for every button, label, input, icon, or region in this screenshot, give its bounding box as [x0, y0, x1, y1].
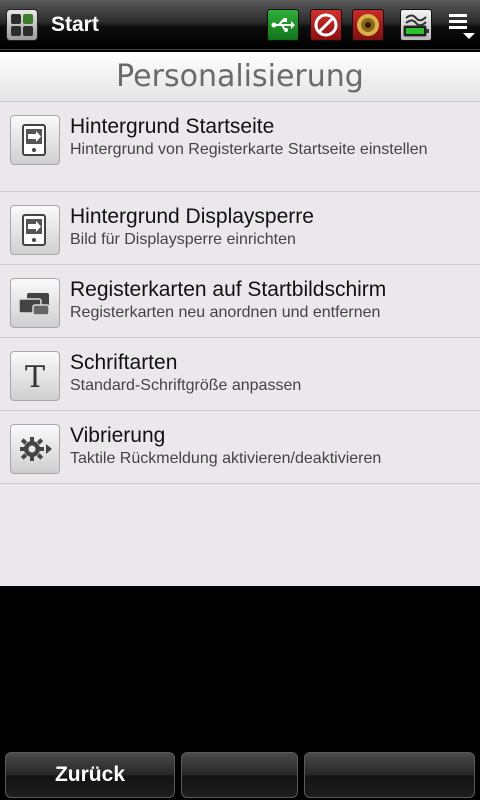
start-menu-icon[interactable] [6, 9, 38, 41]
svg-text:T: T [25, 360, 45, 395]
status-bar: Start [0, 0, 480, 50]
home-wallpaper-icon [10, 115, 60, 165]
list-item-home-wallpaper[interactable]: Hintergrund Startseite Hintergrund von R… [0, 102, 480, 192]
right-softkey[interactable] [304, 752, 475, 798]
lockscreen-wallpaper-icon [10, 205, 60, 255]
tabs-icon [10, 278, 60, 328]
speaker-icon[interactable] [352, 9, 384, 41]
list-item-subtitle: Taktile Rückmeldung aktivieren/deaktivie… [70, 450, 382, 467]
list-item-lockscreen-wallpaper[interactable]: Hintergrund Displaysperre Bild für Displ… [0, 192, 480, 265]
app-title: Start [51, 13, 99, 36]
settings-list: Hintergrund Startseite Hintergrund von R… [0, 102, 480, 484]
softkey-bar: Zurück [0, 750, 480, 800]
vibration-gear-icon [10, 424, 60, 474]
list-item-vibration[interactable]: Vibrierung Taktile Rückmeldung aktiviere… [0, 411, 480, 484]
back-button[interactable]: Zurück [5, 752, 175, 798]
list-item-title: Hintergrund Startseite [70, 115, 275, 138]
no-signal-icon[interactable] [310, 9, 342, 41]
content-panel: Personalisierung Hintergrund Startseite … [0, 52, 480, 586]
overflow-menu-icon[interactable] [447, 9, 477, 41]
list-item-subtitle: Standard-Schriftgröße anpassen [70, 377, 302, 394]
battery-charging-icon[interactable] [400, 9, 432, 41]
list-item-home-tabs[interactable]: Registerkarten auf Startbildschirm Regis… [0, 265, 480, 338]
list-item-title: Registerkarten auf Startbildschirm [70, 278, 387, 301]
middle-softkey[interactable] [181, 752, 298, 798]
list-item-title: Schriftarten [70, 351, 178, 374]
usb-connected-icon[interactable] [267, 9, 299, 41]
list-item-subtitle: Bild für Displaysperre einrichten [70, 231, 296, 248]
list-item-title: Vibrierung [70, 424, 166, 447]
list-item-subtitle: Registerkarten neu anordnen und entferne… [70, 304, 381, 321]
font-icon: T [10, 351, 60, 401]
list-item-title: Hintergrund Displaysperre [70, 205, 314, 228]
list-item-fonts[interactable]: T Schriftarten Standard-Schriftgröße anp… [0, 338, 480, 411]
list-item-subtitle: Hintergrund von Registerkarte Startseite… [70, 141, 428, 158]
page-title: Personalisierung [0, 52, 480, 102]
